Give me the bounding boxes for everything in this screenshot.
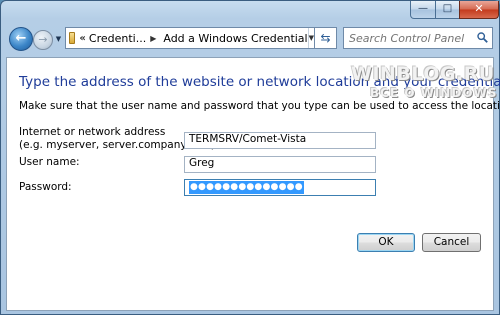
network-address-field[interactable]: TERMSRV/Comet-Vista bbox=[184, 132, 376, 149]
ok-button[interactable]: OK bbox=[357, 233, 415, 252]
address-dropdown-icon[interactable]: ▼ bbox=[307, 28, 314, 48]
search-icon[interactable] bbox=[477, 32, 488, 43]
control-panel-folder-icon bbox=[69, 32, 76, 44]
breadcrumb-credentials[interactable]: Credenti... bbox=[89, 32, 146, 45]
maximize-button[interactable]: □ bbox=[435, 1, 460, 19]
page-instructions: Make sure that the user name and passwor… bbox=[19, 100, 500, 112]
breadcrumb-arrow-icon[interactable]: ▶ bbox=[150, 34, 156, 43]
password-label: Password: bbox=[19, 181, 72, 193]
title-bar[interactable]: — □ ✕ bbox=[1, 1, 499, 23]
username-label: User name: bbox=[19, 156, 80, 168]
recent-pages-dropdown-icon[interactable]: ▼ bbox=[54, 34, 63, 44]
dialog-window: — □ ✕ ← → ▼ « Credenti... ▶ Add a Window… bbox=[0, 0, 500, 315]
password-masked-value: ●●●●●●●●●●●●●● bbox=[189, 181, 304, 194]
search-box[interactable] bbox=[343, 27, 493, 49]
address-bar[interactable]: « Credenti... ▶ Add a Windows Credential… bbox=[65, 27, 315, 49]
navigation-bar: ← → ▼ « Credenti... ▶ Add a Windows Cred… bbox=[1, 23, 499, 55]
minimize-button[interactable]: — bbox=[410, 1, 436, 19]
password-field[interactable]: ●●●●●●●●●●●●●● bbox=[184, 179, 376, 196]
breadcrumb-overflow-icon[interactable]: « bbox=[79, 33, 85, 44]
cancel-button[interactable]: Cancel bbox=[422, 233, 481, 252]
back-arrow-icon[interactable]: ← bbox=[9, 27, 33, 51]
refresh-icon[interactable]: ⇆ bbox=[315, 27, 337, 49]
forward-arrow-icon[interactable]: → bbox=[33, 30, 53, 50]
search-input[interactable] bbox=[344, 28, 472, 48]
close-button[interactable]: ✕ bbox=[459, 1, 499, 19]
username-field[interactable]: Greg bbox=[184, 156, 376, 173]
breadcrumb-add-credential[interactable]: Add a Windows Credential bbox=[163, 32, 307, 45]
watermark-logo: WINBLOG.RU bbox=[351, 63, 495, 85]
watermark-tagline: ВСЕ О WINDOWS bbox=[370, 86, 498, 100]
